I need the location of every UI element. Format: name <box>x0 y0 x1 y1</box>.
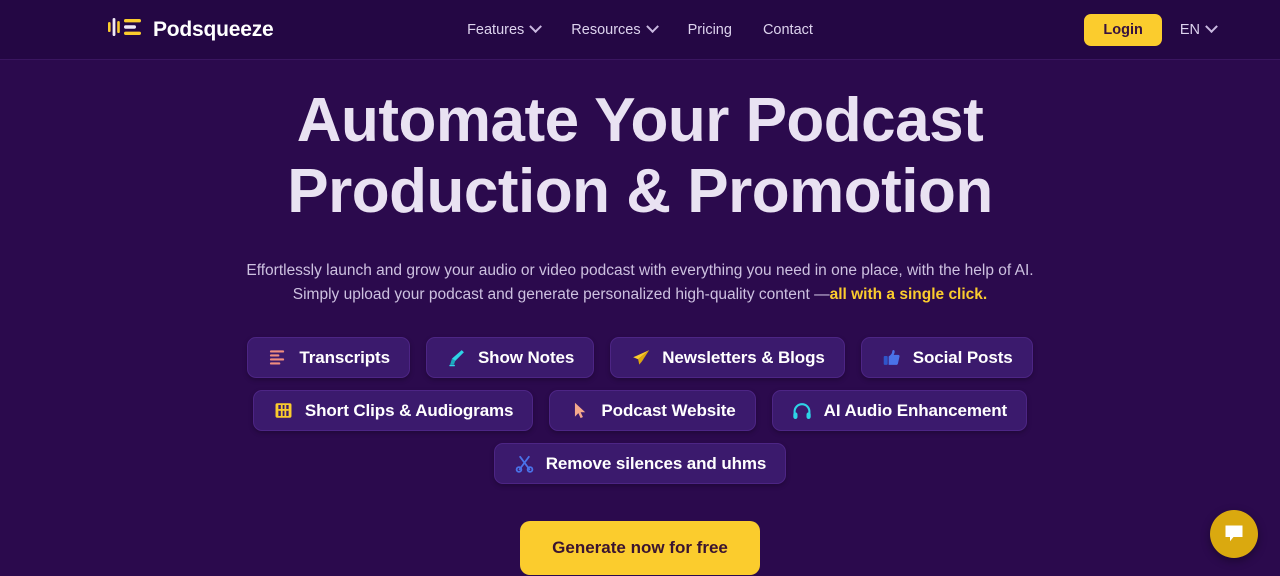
hero-subtitle: Effortlessly launch and grow your audio … <box>0 259 1280 307</box>
header-actions: Login EN <box>1084 13 1218 46</box>
thumbs-up-icon <box>881 347 902 368</box>
feature-pill-label: Remove silences and uhms <box>545 453 767 473</box>
chevron-down-icon <box>529 20 543 34</box>
feature-pill-newsletters-blogs[interactable]: Newsletters & Blogs <box>610 337 845 378</box>
nav-item-contact[interactable]: Contact <box>763 22 813 38</box>
chevron-down-icon <box>1205 20 1218 34</box>
nav-label-pricing: Pricing <box>687 21 732 38</box>
nav-label-resources: Resources <box>571 21 641 38</box>
cta-container: Generate now for free <box>0 521 1280 575</box>
hero-subtitle-line-2: Simply upload your podcast and generate … <box>292 286 830 303</box>
headphones-icon <box>792 400 813 421</box>
highlighter-pen-icon <box>446 347 467 368</box>
language-selector[interactable]: EN <box>1179 20 1218 38</box>
feature-pill-label: Transcripts <box>299 347 390 367</box>
hero-section: Automate Your Podcast Production & Promo… <box>0 60 1280 575</box>
feature-pill-label: Show Notes <box>477 347 575 367</box>
page-title: Automate Your Podcast Production & Promo… <box>0 90 1280 223</box>
feature-pill-transcripts[interactable]: Transcripts <box>247 337 410 378</box>
hero-subtitle-line-1: Effortlessly launch and grow your audio … <box>246 262 1034 279</box>
feature-pill-row-1: Transcripts Show Notes Newsletters & Blo… <box>247 337 1033 378</box>
paper-plane-icon <box>630 347 651 368</box>
brand-logo[interactable]: Podsqueeze <box>108 17 274 42</box>
feature-pill-label: Podcast Website <box>601 400 736 420</box>
transcript-lines-icon <box>267 347 288 368</box>
page-title-line-1: Automate Your Podcast <box>296 86 984 155</box>
main-nav: Features Resources Pricing Contact <box>467 20 813 38</box>
podsqueeze-waveform-logo-icon <box>108 17 142 42</box>
nav-label-features: Features <box>467 21 525 38</box>
film-strip-icon <box>273 400 294 421</box>
feature-pill-row-3: Remove silences and uhms <box>493 443 787 484</box>
feature-pill-label: Social Posts <box>912 347 1013 367</box>
feature-pill-social-posts[interactable]: Social Posts <box>860 337 1033 378</box>
brand-name: Podsqueeze <box>153 17 274 41</box>
feature-pill-label: AI Audio Enhancement <box>823 400 1008 420</box>
login-button[interactable]: Login <box>1084 13 1162 46</box>
cursor-arrow-icon <box>569 400 590 421</box>
feature-pill-label: Newsletters & Blogs <box>662 347 825 367</box>
feature-pill-row-2: Short Clips & Audiograms Podcast Website <box>252 390 1028 431</box>
feature-pill-label: Short Clips & Audiograms <box>304 400 514 420</box>
nav-item-pricing[interactable]: Pricing <box>688 22 732 38</box>
chevron-down-icon <box>645 20 659 34</box>
nav-item-features[interactable]: Features <box>467 20 543 38</box>
chat-widget-button[interactable] <box>1210 510 1258 558</box>
nav-item-resources[interactable]: Resources <box>571 20 659 38</box>
chat-bubble-icon <box>1222 521 1246 548</box>
feature-pill-podcast-website[interactable]: Podcast Website <box>549 390 756 431</box>
language-label: EN <box>1179 21 1200 38</box>
feature-pill-ai-audio-enhancement[interactable]: AI Audio Enhancement <box>771 390 1028 431</box>
site-header: Podsqueeze Features Resources Pricing Co… <box>0 0 1280 60</box>
nav-label-contact: Contact <box>762 21 813 38</box>
generate-now-button[interactable]: Generate now for free <box>520 521 760 575</box>
scissors-icon <box>514 453 535 474</box>
feature-pill-short-clips-audiograms[interactable]: Short Clips & Audiograms <box>252 390 534 431</box>
feature-pill-group: Transcripts Show Notes Newsletters & Blo… <box>0 337 1280 484</box>
page-title-line-2: Production & Promotion <box>287 157 993 226</box>
hero-subtitle-accent: all with a single click. <box>829 286 988 303</box>
feature-pill-remove-silences[interactable]: Remove silences and uhms <box>493 443 787 484</box>
feature-pill-show-notes[interactable]: Show Notes <box>425 337 595 378</box>
